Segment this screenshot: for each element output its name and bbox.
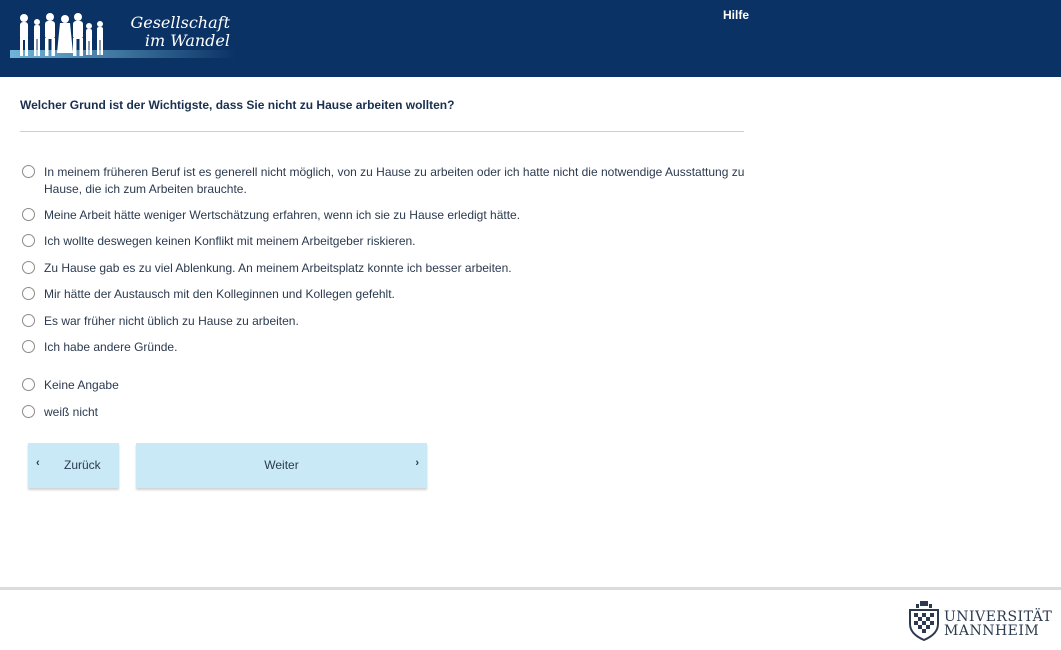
radio-button[interactable] — [22, 234, 35, 247]
answer-option-label[interactable]: Meine Arbeit hätte weniger Wertschätzung… — [44, 207, 749, 224]
university-line-2: MANNHEIM — [944, 623, 1040, 639]
mannheim-crest-icon — [909, 601, 939, 642]
answer-option-dont-know[interactable]: weiß nicht — [22, 404, 749, 421]
answer-option-2[interactable]: Meine Arbeit hätte weniger Wertschätzung… — [22, 207, 749, 224]
radio-button[interactable] — [22, 314, 35, 327]
radio-button[interactable] — [22, 208, 35, 221]
answer-option-label[interactable]: Es war früher nicht üblich zu Hause zu a… — [44, 313, 749, 330]
gesellschaft-im-wandel-logo[interactable]: Gesellschaft im Wandel — [10, 8, 236, 62]
answer-option-label[interactable]: Ich wollte deswegen keinen Konflikt mit … — [44, 233, 749, 250]
answer-option-7[interactable]: Ich habe andere Gründe. — [22, 339, 749, 356]
back-button-label: Zurück — [64, 458, 101, 472]
radio-button[interactable] — [22, 405, 35, 418]
logo-line-1: Gesellschaft — [130, 13, 230, 32]
university-mannheim-logo[interactable]: UNIVERSITÄT MANNHEIM — [906, 600, 1056, 644]
answer-option-label[interactable]: Keine Angabe — [44, 377, 749, 394]
chevron-left-icon: ‹ — [36, 457, 40, 469]
university-line-1: UNIVERSITÄT — [944, 609, 1053, 625]
radio-button[interactable] — [22, 165, 35, 178]
answer-option-label[interactable]: Mir hätte der Austausch mit den Kollegin… — [44, 286, 749, 303]
university-name: UNIVERSITÄT MANNHEIM — [944, 610, 1052, 638]
footer-divider — [0, 587, 1061, 590]
answer-option-4[interactable]: Zu Hause gab es zu viel Ablenkung. An me… — [22, 260, 749, 277]
answer-option-3[interactable]: Ich wollte deswegen keinen Konflikt mit … — [22, 233, 749, 250]
answer-option-label[interactable]: Zu Hause gab es zu viel Ablenkung. An me… — [44, 260, 749, 277]
question-text: Welcher Grund ist der Wichtigste, dass S… — [20, 98, 455, 112]
answer-option-5[interactable]: Mir hätte der Austausch mit den Kollegin… — [22, 286, 749, 303]
answer-option-6[interactable]: Es war früher nicht üblich zu Hause zu a… — [22, 313, 749, 330]
chevron-right-icon: › — [415, 457, 419, 469]
next-button-label: Weiter — [264, 458, 299, 472]
answer-option-no-answer[interactable]: Keine Angabe — [22, 377, 749, 394]
back-button[interactable]: ‹ Zurück — [28, 443, 119, 488]
question-divider — [20, 131, 744, 132]
answer-option-label[interactable]: Ich habe andere Gründe. — [44, 339, 749, 356]
radio-button[interactable] — [22, 340, 35, 353]
radio-button[interactable] — [22, 287, 35, 300]
radio-button[interactable] — [22, 378, 35, 391]
answer-option-label[interactable]: In meinem früheren Beruf ist es generell… — [44, 164, 749, 198]
radio-button[interactable] — [22, 261, 35, 274]
logo-line-2: im Wandel — [144, 31, 230, 50]
help-link[interactable]: Hilfe — [723, 8, 749, 22]
answer-option-1[interactable]: In meinem früheren Beruf ist es generell… — [22, 164, 749, 198]
next-button[interactable]: Weiter › — [136, 443, 427, 488]
header-bar: Gesellschaft im Wandel Hilfe — [0, 0, 1061, 77]
answer-option-label[interactable]: weiß nicht — [44, 404, 749, 421]
logo-text: Gesellschaft im Wandel — [118, 14, 230, 50]
